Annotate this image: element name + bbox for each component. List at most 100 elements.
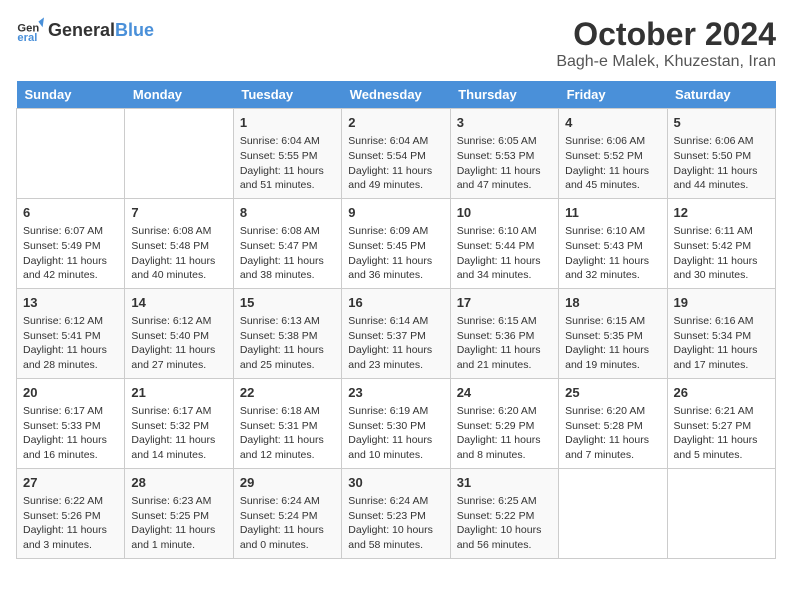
calendar-cell: 17 Sunrise: 6:15 AM Sunset: 5:36 PM Dayli… xyxy=(450,288,558,378)
logo-general: General xyxy=(48,20,115,41)
day-number: 13 xyxy=(23,294,118,312)
calendar-cell xyxy=(17,109,125,199)
cell-content: Sunrise: 6:18 AM Sunset: 5:31 PM Dayligh… xyxy=(240,404,335,463)
cell-content: Sunrise: 6:24 AM Sunset: 5:24 PM Dayligh… xyxy=(240,494,335,553)
col-tuesday: Tuesday xyxy=(233,81,341,109)
header-row: Sunday Monday Tuesday Wednesday Thursday… xyxy=(17,81,776,109)
day-number: 17 xyxy=(457,294,552,312)
week-row-5: 27Sunrise: 6:22 AM Sunset: 5:26 PM Dayli… xyxy=(17,468,776,558)
col-friday: Friday xyxy=(559,81,667,109)
calendar-cell: 11Sunrise: 6:10 AM Sunset: 5:43 PM Dayli… xyxy=(559,198,667,288)
day-number: 28 xyxy=(131,474,226,492)
calendar-cell: 4 Sunrise: 6:06 AM Sunset: 5:52 PM Daylig… xyxy=(559,109,667,199)
calendar-cell: 21Sunrise: 6:17 AM Sunset: 5:32 PM Dayli… xyxy=(125,378,233,468)
week-row-1: 1Sunrise: 6:04 AM Sunset: 5:55 PM Daylig… xyxy=(17,109,776,199)
calendar-cell: 25 Sunrise: 6:20 AM Sunset: 5:28 PM Dayli… xyxy=(559,378,667,468)
cell-content: Sunrise: 6:20 AM Sunset: 5:28 PM Dayligh… xyxy=(565,404,660,463)
day-number: 24 xyxy=(457,384,552,402)
calendar-cell: 16Sunrise: 6:14 AM Sunset: 5:37 PM Dayli… xyxy=(342,288,450,378)
cell-content: Sunrise: 6:06 AM Sunset: 5:50 PM Dayligh… xyxy=(674,134,769,193)
cell-content: Sunrise: 6:04 AM Sunset: 5:54 PM Dayligh… xyxy=(348,134,443,193)
day-number: 14 xyxy=(131,294,226,312)
cell-content: Sunrise: 6:19 AM Sunset: 5:30 PM Dayligh… xyxy=(348,404,443,463)
calendar-cell: 14 Sunrise: 6:12 AM Sunset: 5:40 PM Dayli… xyxy=(125,288,233,378)
col-saturday: Saturday xyxy=(667,81,775,109)
calendar-cell: 3Sunrise: 6:05 AM Sunset: 5:53 PM Daylig… xyxy=(450,109,558,199)
calendar-header: Sunday Monday Tuesday Wednesday Thursday… xyxy=(17,81,776,109)
cell-content: Sunrise: 6:06 AM Sunset: 5:52 PM Dayligh… xyxy=(565,134,660,193)
day-number: 22 xyxy=(240,384,335,402)
col-monday: Monday xyxy=(125,81,233,109)
day-number: 26 xyxy=(674,384,769,402)
col-sunday: Sunday xyxy=(17,81,125,109)
day-number: 3 xyxy=(457,114,552,132)
calendar-cell: 10Sunrise: 6:10 AM Sunset: 5:44 PM Dayli… xyxy=(450,198,558,288)
cell-content: Sunrise: 6:20 AM Sunset: 5:29 PM Dayligh… xyxy=(457,404,552,463)
day-number: 23 xyxy=(348,384,443,402)
cell-content: Sunrise: 6:15 AM Sunset: 5:36 PM Dayligh… xyxy=(457,314,552,373)
calendar-cell: 13 Sunrise: 6:12 AM Sunset: 5:41 PM Dayli… xyxy=(17,288,125,378)
calendar-cell: 7 Sunrise: 6:08 AM Sunset: 5:48 PM Daylig… xyxy=(125,198,233,288)
page-header: Gen eral GeneralBlue October 2024 Bagh-e… xyxy=(16,16,776,71)
subtitle: Bagh-e Malek, Khuzestan, Iran xyxy=(556,53,776,71)
cell-content: Sunrise: 6:11 AM Sunset: 5:42 PM Dayligh… xyxy=(674,224,769,283)
day-number: 8 xyxy=(240,204,335,222)
day-number: 21 xyxy=(131,384,226,402)
cell-content: Sunrise: 6:15 AM Sunset: 5:35 PM Dayligh… xyxy=(565,314,660,373)
day-number: 20 xyxy=(23,384,118,402)
week-row-2: 6Sunrise: 6:07 AM Sunset: 5:49 PM Daylig… xyxy=(17,198,776,288)
day-number: 16 xyxy=(348,294,443,312)
day-number: 6 xyxy=(23,204,118,222)
cell-content: Sunrise: 6:04 AM Sunset: 5:55 PM Dayligh… xyxy=(240,134,335,193)
cell-content: Sunrise: 6:24 AM Sunset: 5:23 PM Dayligh… xyxy=(348,494,443,553)
cell-content: Sunrise: 6:12 AM Sunset: 5:41 PM Dayligh… xyxy=(23,314,118,373)
day-number: 2 xyxy=(348,114,443,132)
cell-content: Sunrise: 6:08 AM Sunset: 5:47 PM Dayligh… xyxy=(240,224,335,283)
day-number: 18 xyxy=(565,294,660,312)
col-wednesday: Wednesday xyxy=(342,81,450,109)
calendar-cell: 2 Sunrise: 6:04 AM Sunset: 5:54 PM Daylig… xyxy=(342,109,450,199)
cell-content: Sunrise: 6:16 AM Sunset: 5:34 PM Dayligh… xyxy=(674,314,769,373)
day-number: 10 xyxy=(457,204,552,222)
calendar-cell: 30 Sunrise: 6:24 AM Sunset: 5:23 PM Dayli… xyxy=(342,468,450,558)
cell-content: Sunrise: 6:21 AM Sunset: 5:27 PM Dayligh… xyxy=(674,404,769,463)
cell-content: Sunrise: 6:17 AM Sunset: 5:33 PM Dayligh… xyxy=(23,404,118,463)
calendar-cell: 8 Sunrise: 6:08 AM Sunset: 5:47 PM Daylig… xyxy=(233,198,341,288)
calendar-table: Sunday Monday Tuesday Wednesday Thursday… xyxy=(16,81,776,559)
calendar-cell: 9Sunrise: 6:09 AM Sunset: 5:45 PM Daylig… xyxy=(342,198,450,288)
day-number: 31 xyxy=(457,474,552,492)
calendar-cell: 27Sunrise: 6:22 AM Sunset: 5:26 PM Dayli… xyxy=(17,468,125,558)
calendar-cell: 5 Sunrise: 6:06 AM Sunset: 5:50 PM Daylig… xyxy=(667,109,775,199)
day-number: 7 xyxy=(131,204,226,222)
day-number: 29 xyxy=(240,474,335,492)
logo: Gen eral GeneralBlue xyxy=(16,16,154,44)
svg-text:eral: eral xyxy=(17,32,37,44)
calendar-cell: 19 Sunrise: 6:16 AM Sunset: 5:34 PM Dayli… xyxy=(667,288,775,378)
calendar-cell: 12 Sunrise: 6:11 AM Sunset: 5:42 PM Dayli… xyxy=(667,198,775,288)
calendar-cell: 22 Sunrise: 6:18 AM Sunset: 5:31 PM Dayli… xyxy=(233,378,341,468)
calendar-cell: 1Sunrise: 6:04 AM Sunset: 5:55 PM Daylig… xyxy=(233,109,341,199)
calendar-body: 1Sunrise: 6:04 AM Sunset: 5:55 PM Daylig… xyxy=(17,109,776,559)
calendar-cell: 18 Sunrise: 6:15 AM Sunset: 5:35 PM Dayli… xyxy=(559,288,667,378)
day-number: 12 xyxy=(674,204,769,222)
day-number: 25 xyxy=(565,384,660,402)
cell-content: Sunrise: 6:08 AM Sunset: 5:48 PM Dayligh… xyxy=(131,224,226,283)
cell-content: Sunrise: 6:22 AM Sunset: 5:26 PM Dayligh… xyxy=(23,494,118,553)
day-number: 4 xyxy=(565,114,660,132)
calendar-cell: 28Sunrise: 6:23 AM Sunset: 5:25 PM Dayli… xyxy=(125,468,233,558)
calendar-cell: 6Sunrise: 6:07 AM Sunset: 5:49 PM Daylig… xyxy=(17,198,125,288)
day-number: 15 xyxy=(240,294,335,312)
calendar-cell: 23 Sunrise: 6:19 AM Sunset: 5:30 PM Dayli… xyxy=(342,378,450,468)
cell-content: Sunrise: 6:09 AM Sunset: 5:45 PM Dayligh… xyxy=(348,224,443,283)
logo-icon: Gen eral xyxy=(16,16,44,44)
day-number: 19 xyxy=(674,294,769,312)
cell-content: Sunrise: 6:12 AM Sunset: 5:40 PM Dayligh… xyxy=(131,314,226,373)
col-thursday: Thursday xyxy=(450,81,558,109)
calendar-cell: 26 Sunrise: 6:21 AM Sunset: 5:27 PM Dayli… xyxy=(667,378,775,468)
calendar-cell: 15Sunrise: 6:13 AM Sunset: 5:38 PM Dayli… xyxy=(233,288,341,378)
day-number: 5 xyxy=(674,114,769,132)
calendar-cell: 31Sunrise: 6:25 AM Sunset: 5:22 PM Dayli… xyxy=(450,468,558,558)
day-number: 30 xyxy=(348,474,443,492)
week-row-4: 20 Sunrise: 6:17 AM Sunset: 5:33 PM Dayli… xyxy=(17,378,776,468)
day-number: 11 xyxy=(565,204,660,222)
